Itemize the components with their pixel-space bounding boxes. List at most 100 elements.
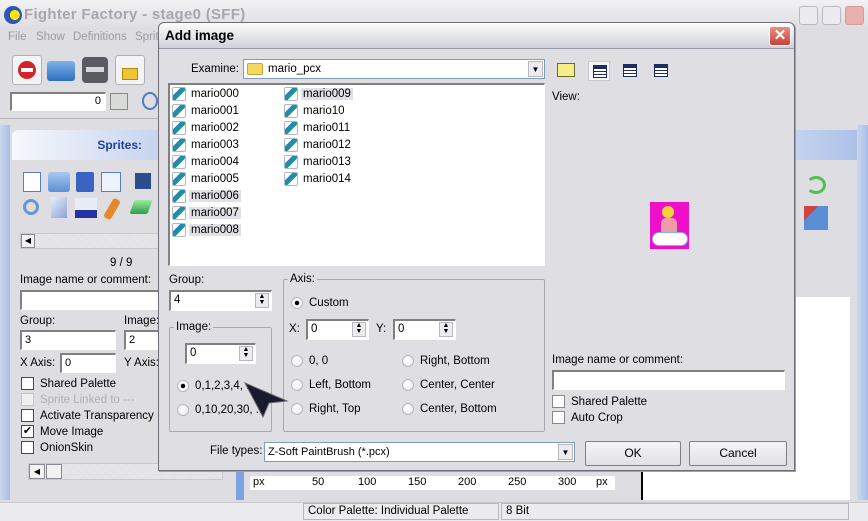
- eraser-icon[interactable]: [129, 200, 153, 214]
- ok-button[interactable]: OK: [585, 441, 681, 466]
- pencil-icon[interactable]: [103, 197, 121, 221]
- radio-icon: [291, 297, 303, 309]
- crop-cut-icon[interactable]: [51, 197, 67, 218]
- new-pcx-icon[interactable]: [23, 172, 41, 192]
- view-list-button[interactable]: [588, 61, 610, 81]
- stop-icon: [18, 61, 36, 79]
- folder-icon: [247, 63, 263, 75]
- axis-x-spinner[interactable]: 0 ▲ ▼: [306, 319, 369, 340]
- axis-origin-radio[interactable]: 0, 0: [291, 355, 328, 367]
- lock-button[interactable]: [115, 55, 145, 85]
- file-item-selected[interactable]: mario007: [172, 205, 241, 221]
- palette-windows-icon[interactable]: [804, 206, 828, 230]
- sprite-scrollbar[interactable]: ◀: [20, 233, 162, 249]
- images-icon[interactable]: [133, 171, 153, 191]
- dialog-image-spinner[interactable]: 0 ▲ ▼: [185, 343, 256, 364]
- dialog-group-label: Group:: [169, 274, 205, 286]
- file-item[interactable]: mario10: [284, 103, 347, 119]
- calculator-icon[interactable]: [110, 93, 128, 110]
- pcx-file-icon: [172, 223, 186, 237]
- menu-show[interactable]: Show: [36, 31, 65, 43]
- file-item-selected[interactable]: mario006: [172, 188, 241, 204]
- axis-center-center-radio[interactable]: Center, Center: [402, 379, 495, 391]
- file-item-selected[interactable]: mario009: [284, 86, 353, 102]
- axis-center-bottom-radio[interactable]: Center, Bottom: [402, 403, 497, 415]
- shared-palette-checkbox[interactable]: Shared Palette: [21, 377, 116, 390]
- scroll-left-arrow-icon[interactable]: ◀: [29, 464, 45, 479]
- up-folder-icon[interactable]: [557, 63, 575, 77]
- refresh-icon[interactable]: [806, 176, 826, 194]
- examine-label: Examine:: [191, 63, 239, 75]
- open-pcx-icon[interactable]: [48, 172, 70, 192]
- close-window-button[interactable]: [845, 6, 864, 25]
- spinner-arrows-icon[interactable]: ▲ ▼: [255, 293, 269, 308]
- file-item[interactable]: mario000: [172, 86, 241, 102]
- radio-icon: [291, 355, 303, 367]
- pcx-file-icon: [284, 138, 298, 152]
- comment-label: Image name or comment:: [552, 354, 684, 366]
- zoom-icon[interactable]: [23, 199, 39, 215]
- sprites-panel-title: Sprites:: [97, 138, 142, 152]
- frame-counter-value: 0: [94, 95, 101, 107]
- file-item[interactable]: mario011: [284, 120, 352, 136]
- open-folder-button[interactable]: [45, 55, 77, 85]
- label-abc-icon[interactable]: [75, 198, 97, 218]
- dialog-group-spinner[interactable]: 4 ▲ ▼: [169, 290, 272, 311]
- ruler: px 50 100 150 200 250 300 px: [250, 476, 615, 490]
- sprite-position: 9 / 9: [110, 257, 133, 269]
- maximize-button[interactable]: [822, 6, 841, 25]
- axis-right-top-radio[interactable]: Right, Top: [291, 403, 361, 415]
- axis-custom-radio[interactable]: Custom: [291, 297, 349, 309]
- frame-counter-field[interactable]: 0: [10, 92, 106, 111]
- spinner-arrows-icon[interactable]: ▲ ▼: [439, 322, 453, 337]
- search-zoom-icon[interactable]: [142, 92, 158, 110]
- file-item-selected[interactable]: mario008: [172, 222, 241, 238]
- file-types-value: Z-Soft PaintBrush (*.pcx): [268, 446, 390, 458]
- chevron-down-icon[interactable]: ▼: [558, 444, 573, 460]
- file-item[interactable]: mario014: [284, 171, 353, 187]
- activate-transparency-checkbox[interactable]: Activate Transparency: [21, 409, 154, 422]
- save-pcx-icon[interactable]: [76, 172, 94, 192]
- view-thumbnails-button[interactable]: [650, 61, 672, 81]
- dialog-shared-palette-checkbox[interactable]: Shared Palette: [552, 395, 647, 408]
- menu-file[interactable]: File: [8, 31, 27, 43]
- spinner-arrows-icon[interactable]: ▲ ▼: [239, 346, 253, 361]
- menu-sprites[interactable]: Sprit: [135, 31, 159, 43]
- image-group-title: Image:: [174, 321, 214, 333]
- stop-button[interactable]: [12, 55, 42, 85]
- spinner-arrows-icon[interactable]: ▲ ▼: [352, 322, 366, 337]
- file-item[interactable]: mario012: [284, 137, 353, 153]
- x-axis-field[interactable]: 0: [60, 353, 116, 373]
- minimize-button[interactable]: [799, 6, 818, 25]
- onion-skin-checkbox[interactable]: OnionSkin: [21, 441, 93, 454]
- dialog-close-button[interactable]: ✕: [769, 26, 791, 46]
- save-button[interactable]: [80, 55, 110, 85]
- file-types-dropdown[interactable]: Z-Soft PaintBrush (*.pcx) ▼: [264, 442, 575, 462]
- file-item[interactable]: mario013: [284, 154, 353, 170]
- edit-sff-icon[interactable]: [101, 172, 121, 192]
- chevron-down-icon[interactable]: ▼: [528, 61, 543, 77]
- axis-left-bottom-radio[interactable]: Left, Bottom: [291, 379, 371, 391]
- auto-crop-checkbox[interactable]: Auto Crop: [552, 411, 623, 424]
- cancel-button[interactable]: Cancel: [689, 441, 787, 466]
- comment-field[interactable]: [552, 370, 785, 390]
- right-panel-edge: [857, 125, 868, 500]
- move-image-checkbox[interactable]: ✔ Move Image: [21, 425, 103, 438]
- scroll-thumb[interactable]: [46, 464, 62, 479]
- axis-right-bottom-radio[interactable]: Right, Bottom: [402, 355, 490, 367]
- file-item[interactable]: mario004: [172, 154, 241, 170]
- preview-cloud: [652, 232, 688, 246]
- menu-definitions[interactable]: Definitions: [73, 31, 127, 43]
- view-details-button[interactable]: [619, 61, 641, 81]
- file-item[interactable]: mario003: [172, 137, 241, 153]
- axis-y-spinner[interactable]: 0 ▲ ▼: [393, 319, 456, 340]
- file-item[interactable]: mario002: [172, 120, 241, 136]
- pcx-file-icon: [172, 155, 186, 169]
- file-item[interactable]: mario005: [172, 171, 241, 187]
- file-item[interactable]: mario001: [172, 103, 241, 119]
- image-name-field[interactable]: [20, 290, 162, 310]
- scroll-left-arrow-icon[interactable]: ◀: [21, 234, 35, 248]
- file-list[interactable]: mario000 mario001 mario002 mario003 mari…: [168, 83, 545, 266]
- group-field[interactable]: 3: [20, 330, 116, 350]
- examine-dropdown[interactable]: mario_pcx ▼: [243, 59, 545, 79]
